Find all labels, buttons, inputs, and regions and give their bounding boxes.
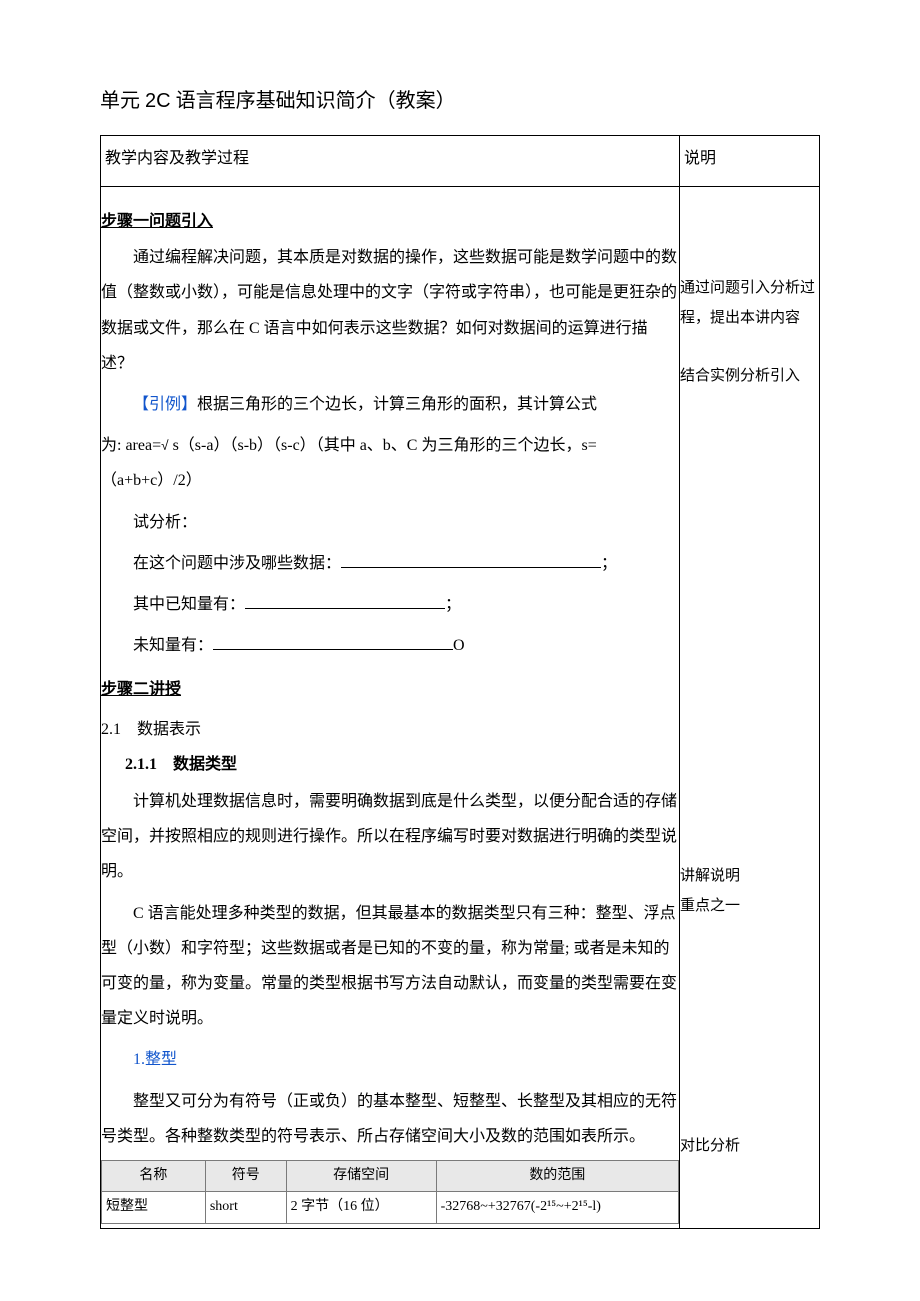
th-storage: 存储空间: [286, 1160, 436, 1191]
q3-prefix: 未知量有：: [133, 637, 213, 654]
th-name: 名称: [102, 1160, 206, 1191]
th-symbol: 符号: [205, 1160, 286, 1191]
q2-suffix: ；: [445, 596, 461, 613]
side-note-3b: 重点之一: [680, 891, 819, 921]
blank-input-3[interactable]: [213, 634, 453, 650]
blank-input-2[interactable]: [245, 593, 445, 609]
header-left: 教学内容及教学过程: [101, 136, 680, 187]
paragraph-int: 整型又可分为有符号（正或负）的基本整型、短整型、长整型及其相应的无符号类型。各种…: [101, 1084, 679, 1154]
side-note-2: 结合实例分析引入: [680, 361, 819, 391]
q1-prefix: 在这个问题中涉及哪些数据：: [133, 555, 341, 572]
radical-icon: √: [161, 438, 168, 453]
side-note-4: 对比分析: [680, 1131, 819, 1161]
layout-table: 教学内容及教学过程 说明 步骤一问题引入 通过编程解决问题，其本质是对数据的操作…: [100, 135, 820, 1229]
int-heading: 1.整型: [101, 1042, 679, 1077]
formula-prefix: 为: area=: [101, 437, 161, 454]
table-row: 短整型 short 2 字节（16 位） -32768~+32767(-2¹⁵~…: [102, 1192, 679, 1223]
question-2: 其中已知量有： ；: [101, 587, 679, 622]
q2-prefix: 其中已知量有：: [133, 596, 245, 613]
type-table: 名称 符号 存储空间 数的范围 短整型 short 2 字节（16 位） -32…: [101, 1160, 679, 1224]
header-right: 说明: [680, 136, 820, 187]
td-name: 短整型: [102, 1192, 206, 1223]
intro-paragraph: 通过编程解决问题，其本质是对数据的操作，这些数据可能是数学问题中的数值（整数或小…: [101, 240, 679, 381]
title-unit: 2C: [145, 90, 171, 112]
content-cell: 步骤一问题引入 通过编程解决问题，其本质是对数据的操作，这些数据可能是数学问题中…: [101, 186, 680, 1228]
example-line: 【引例】根据三角形的三个边长，计算三角形的面积，其计算公式: [101, 387, 679, 422]
side-note-3a: 讲解说明: [680, 861, 819, 891]
title-prefix: 单元: [100, 90, 145, 112]
q3-suffix: O: [453, 637, 465, 654]
page-title: 单元 2C 语言程序基础知识简介（教案）: [100, 85, 820, 117]
q1-suffix: ；: [601, 555, 617, 572]
paragraph-data-type-2: C 语言能处理多种类型的数据，但其最基本的数据类型只有三种：整型、浮点型（小数）…: [101, 896, 679, 1037]
formula-mid: s（s-a）（s-b）（s-c）: [173, 437, 316, 454]
question-3: 未知量有： O: [101, 628, 679, 663]
step2-title: 步骤二讲授: [101, 677, 679, 703]
th-range: 数的范围: [436, 1160, 678, 1191]
section-2-1-1: 2.1.1 数据类型: [101, 752, 679, 778]
side-cell: 通过问题引入分析过程，提出本讲内容 结合实例分析引入 讲解说明 重点之一 对比分…: [680, 186, 820, 1228]
title-rest: 语言程序基础知识简介（教案）: [171, 90, 456, 112]
paragraph-data-type-1: 计算机处理数据信息时，需要明确数据到底是什么类型，以便分配合适的存储空间，并按照…: [101, 784, 679, 890]
table-header-row: 名称 符号 存储空间 数的范围: [102, 1160, 679, 1191]
td-storage: 2 字节（16 位）: [286, 1192, 436, 1223]
side-note-1: 通过问题引入分析过程，提出本讲内容: [680, 273, 819, 333]
step1-title: 步骤一问题引入: [101, 209, 679, 235]
formula-line: 为: area=√ s（s-a）（s-b）（s-c）（其中 a、b、C 为三角形…: [101, 428, 679, 498]
question-1: 在这个问题中涉及哪些数据： ；: [101, 546, 679, 581]
example-text: 根据三角形的三个边长，计算三角形的面积，其计算公式: [197, 396, 597, 413]
td-symbol: short: [205, 1192, 286, 1223]
section-2-1: 2.1 数据表示: [101, 717, 679, 743]
analyze-label: 试分析：: [101, 505, 679, 540]
td-range: -32768~+32767(-2¹⁵~+2¹⁵-l): [436, 1192, 678, 1223]
blank-input-1[interactable]: [341, 552, 601, 568]
example-label: 【引例】: [133, 396, 197, 413]
